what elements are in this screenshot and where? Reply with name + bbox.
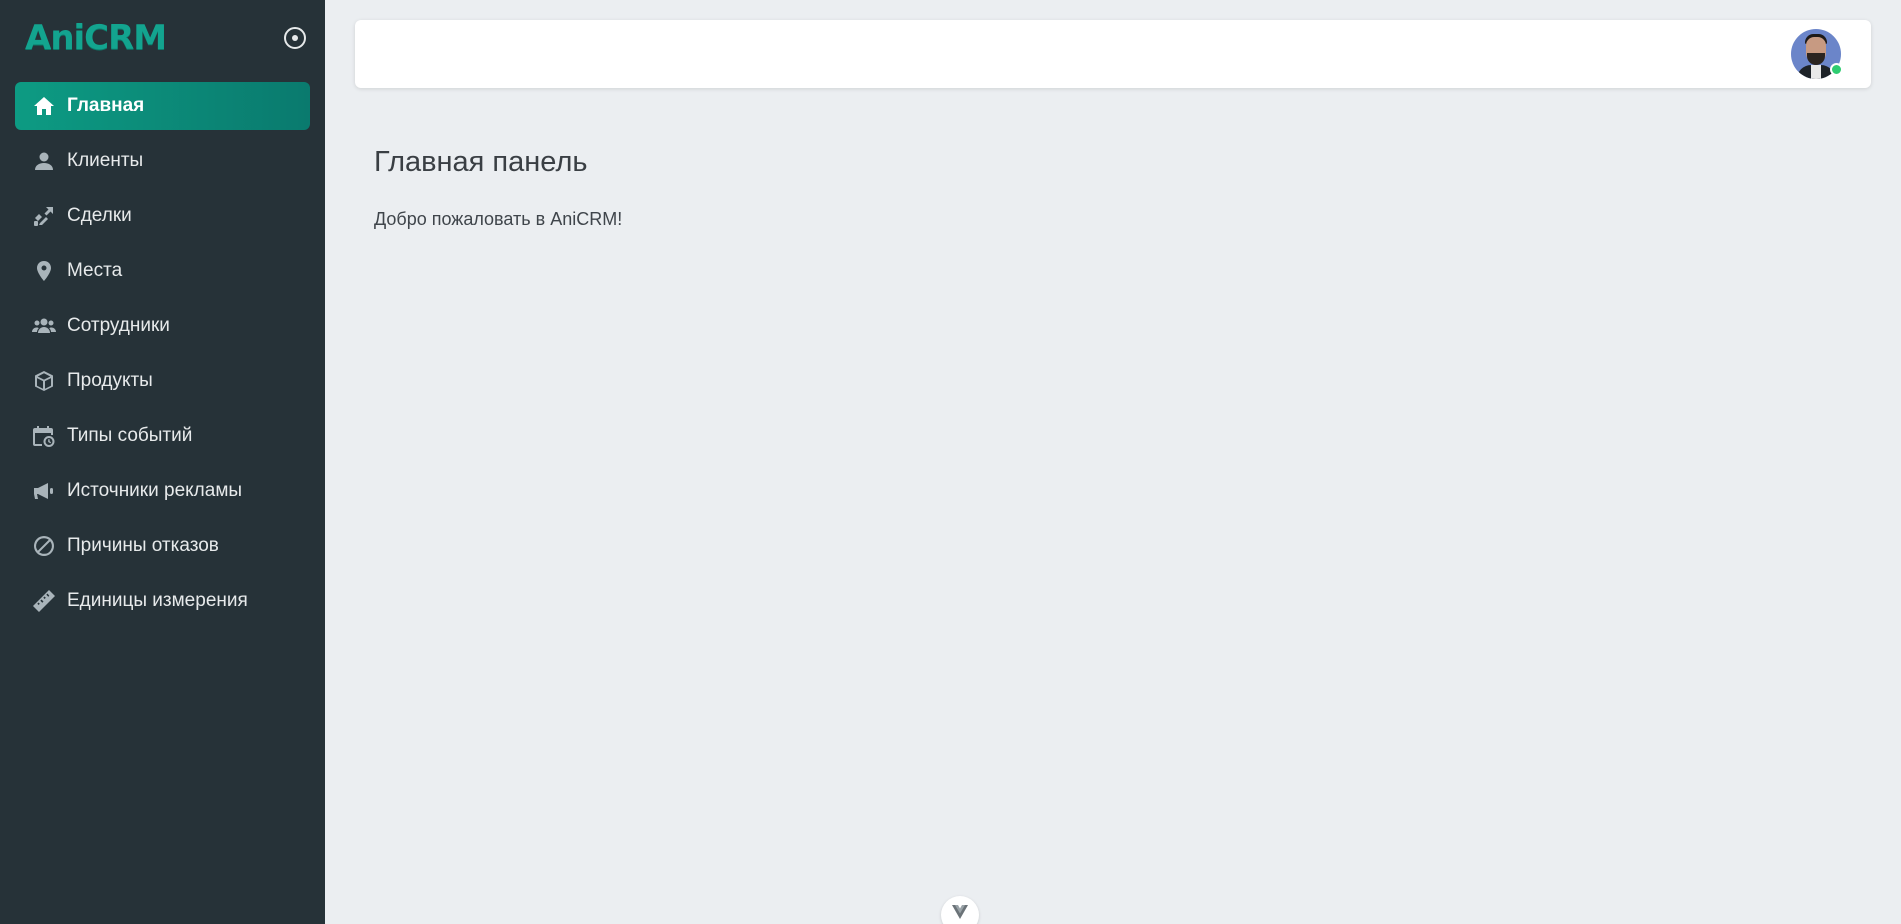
sidebar-nav: Главная Клиенты Сделки Места Сотрудники <box>15 82 310 632</box>
sidebar-item-employees[interactable]: Сотрудники <box>15 302 310 350</box>
sidebar-item-home[interactable]: Главная <box>15 82 310 130</box>
sidebar-item-event-types[interactable]: Типы событий <box>15 412 310 460</box>
sidebar-item-label: Сделки <box>67 205 132 226</box>
map-marker-icon <box>31 258 57 284</box>
sidebar-item-clients[interactable]: Клиенты <box>15 137 310 185</box>
sidebar-item-label: Продукты <box>67 370 153 391</box>
box-icon <box>31 368 57 394</box>
ban-icon <box>31 533 57 559</box>
vue-devtools-toggle-button[interactable] <box>941 896 979 924</box>
sidebar-item-label: Места <box>67 260 123 281</box>
sidebar: AniCRM Главная Клиенты Сделки Места Сотр… <box>0 0 325 924</box>
users-icon <box>31 313 57 339</box>
sidebar-item-label: Типы событий <box>67 425 193 446</box>
sidebar-item-label: Причины отказов <box>67 535 219 556</box>
avatar-beard <box>1807 53 1825 65</box>
top-bar <box>355 20 1871 88</box>
sidebar-item-units[interactable]: Единицы измерения <box>15 577 310 625</box>
ruler-icon <box>31 588 57 614</box>
user-icon <box>31 148 57 174</box>
sidebar-item-ad-sources[interactable]: Источники рекламы <box>15 467 310 515</box>
vue-logo-icon <box>952 905 968 919</box>
radio-dot-icon <box>292 35 298 41</box>
sidebar-item-products[interactable]: Продукты <box>15 357 310 405</box>
online-status-badge <box>1830 63 1843 76</box>
megaphone-icon <box>31 478 57 504</box>
sidebar-item-label: Главная <box>67 95 145 116</box>
sidebar-header: AniCRM <box>0 0 325 80</box>
sidebar-item-label: Сотрудники <box>67 315 170 336</box>
sidebar-item-label: Единицы измерения <box>67 590 248 611</box>
sidebar-item-label: Клиенты <box>67 150 144 171</box>
sidebar-collapse-button[interactable] <box>284 27 306 49</box>
home-icon <box>31 93 57 119</box>
avatar-shirt <box>1811 65 1821 79</box>
calendar-clock-icon <box>31 423 57 449</box>
handshake-icon <box>31 203 57 229</box>
sidebar-item-rejection-reasons[interactable]: Причины отказов <box>15 522 310 570</box>
sidebar-item-places[interactable]: Места <box>15 247 310 295</box>
sidebar-item-label: Источники рекламы <box>67 480 243 501</box>
app-logo[interactable]: AniCRM <box>25 18 167 58</box>
sidebar-item-deals[interactable]: Сделки <box>15 192 310 240</box>
welcome-text: Добро пожаловать в AniCRM! <box>374 209 623 229</box>
page-title: Главная панель <box>374 146 588 178</box>
